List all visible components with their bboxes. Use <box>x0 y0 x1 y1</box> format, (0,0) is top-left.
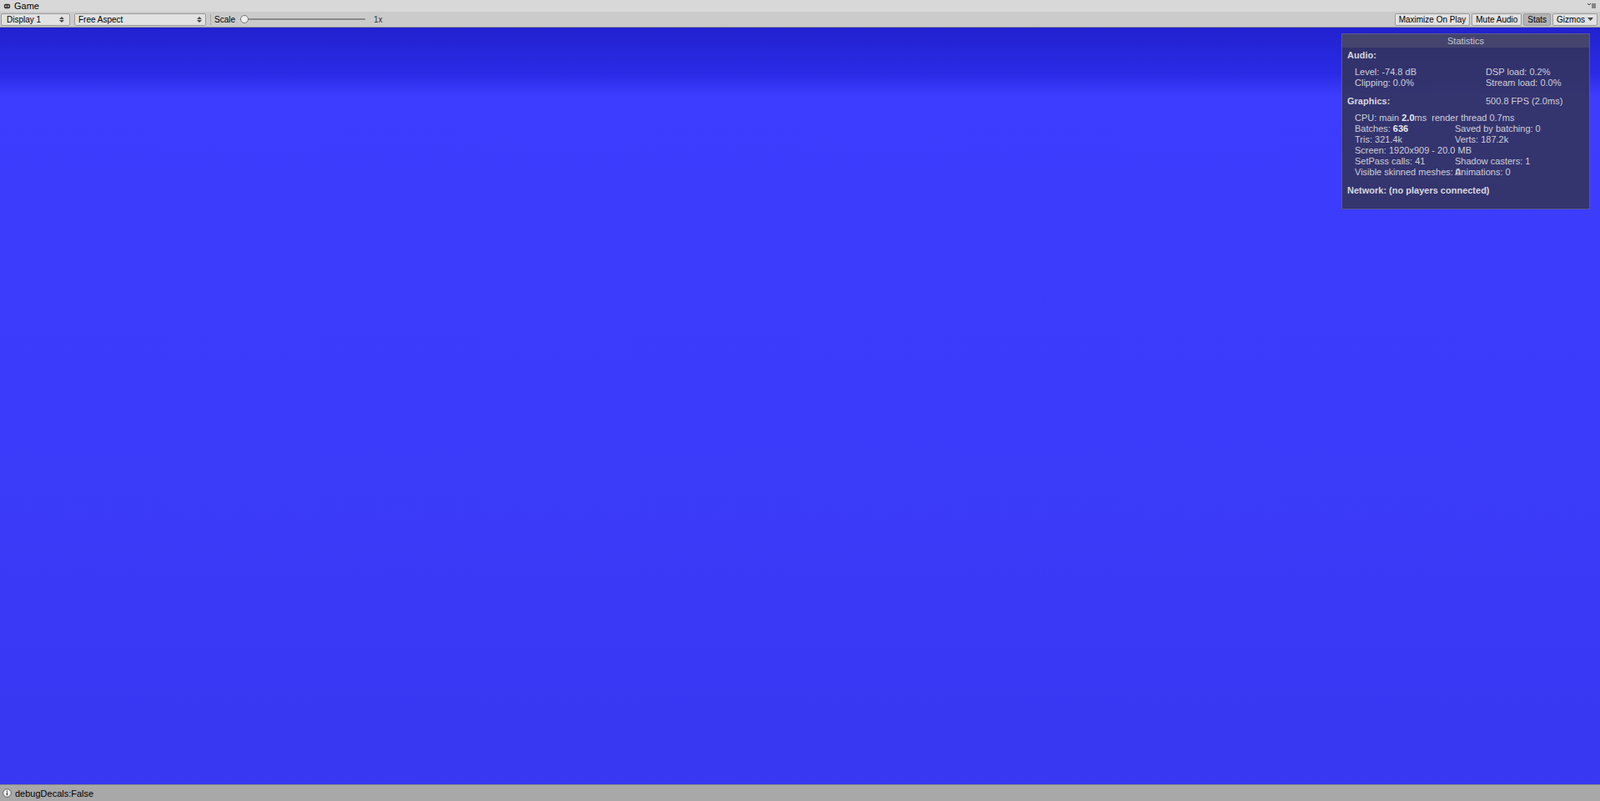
stat-cell: Verts: 187.2k <box>1454 134 1585 146</box>
statistics-title-text: Statistics <box>1447 35 1485 46</box>
stat-text: Visible skinned meshes: 0 <box>1354 166 1461 177</box>
stat-text: Verts: 187.2k <box>1454 134 1509 145</box>
section-title: Network: (no players connected) <box>1347 185 1486 197</box>
toolbar-button[interactable]: Gizmos <box>1552 13 1598 26</box>
statistics-panel: Statistics Audio: Level: -74.8 dB DSP load:… <box>1341 33 1590 210</box>
stat-cell: Screen: 1920x909 - 20.0 MB <box>1354 145 1585 156</box>
toolbar-button-label: Gizmos <box>1556 14 1585 26</box>
scale-label: Scale <box>214 14 236 26</box>
stat-cell: CPU: main 2.0ms render thread 0.7ms <box>1354 112 1585 124</box>
stat-row: Level: -74.8 dB DSP load: 0.2% <box>1347 66 1585 78</box>
stat-cell: DSP load: 0.2% <box>1485 66 1585 78</box>
statistics-section: Graphics:500.8 FPS (2.0ms) CPU: main 2.0m… <box>1342 95 1590 178</box>
stat-row: Clipping: 0.0% Stream load: 0.0% <box>1347 77 1585 89</box>
window-menu-icon[interactable] <box>1586 2 1597 10</box>
scale-value: 1x <box>370 14 383 26</box>
display-label: Display 1 <box>6 14 41 26</box>
section-header-value: 500.8 FPS (2.0ms) <box>1485 95 1585 107</box>
scale-slider-thumb[interactable] <box>240 15 249 24</box>
stat-text: DSP load: 0.2% <box>1485 66 1550 77</box>
stat-row: Visible skinned meshes: 0Animations: 0 <box>1347 166 1585 178</box>
stat-text: Level: -74.8 dB <box>1354 66 1417 77</box>
stat-text: CPU: main <box>1354 112 1402 123</box>
dropdown-arrows-icon <box>59 15 65 24</box>
stat-row: Screen: 1920x909 - 20.0 MB <box>1347 145 1585 156</box>
toolbar-button[interactable]: Mute Audio <box>1471 13 1522 26</box>
section-title: Audio: <box>1347 50 1486 61</box>
stat-text: 2.0 <box>1401 112 1414 123</box>
stat-text: Saved by batching: 0 <box>1454 123 1541 134</box>
game-toolbar: Display 1 Free Aspect Scale 1x Maximize On P… <box>0 11 1600 28</box>
stat-cell: Saved by batching: 0 <box>1454 123 1585 135</box>
stat-text: Shadow casters: 1 <box>1454 155 1531 167</box>
stat-cell: Shadow casters: 1 <box>1454 155 1585 167</box>
dropdown-arrow-icon <box>1587 17 1594 22</box>
stat-row: CPU: main 2.0ms render thread 0.7ms <box>1347 112 1585 124</box>
statistics-section: Network: (no players connected) <box>1342 185 1590 197</box>
section-header: Network: (no players connected) <box>1347 185 1585 197</box>
stat-row: Tris: 321.4k Verts: 187.2k <box>1347 134 1585 146</box>
toolbar-button[interactable]: Stats <box>1523 13 1551 26</box>
display-dropdown[interactable]: Display 1 <box>0 13 71 26</box>
stat-text: 636 <box>1393 123 1409 134</box>
section-header: Graphics:500.8 FPS (2.0ms) <box>1347 95 1585 107</box>
status-bar: debugDecals:False <box>0 784 1600 801</box>
toolbar-button-label: Maximize On Play <box>1398 14 1467 26</box>
stat-row: SetPass calls: 41 Shadow casters: 1 <box>1347 155 1585 167</box>
game-view[interactable]: Statistics Audio: Level: -74.8 dB DSP load:… <box>0 27 1600 785</box>
stat-cell: Visible skinned meshes: 0 <box>1354 166 1455 178</box>
stat-text: Screen: 1920x909 - 20.0 MB <box>1354 145 1472 156</box>
stat-cell: Batches: 636 <box>1354 123 1455 135</box>
toolbar-left: Display 1 Free Aspect Scale 1x <box>0 13 383 26</box>
game-icon <box>3 2 11 11</box>
aspect-dropdown[interactable]: Free Aspect <box>74 13 207 26</box>
toolbar-button[interactable]: Maximize On Play <box>1394 13 1471 26</box>
stat-text: ms render thread 0.7ms <box>1414 112 1515 123</box>
stat-cell: SetPass calls: 41 <box>1354 155 1455 167</box>
toolbar-right: Maximize On Play Mute Audio Stats Gizmos <box>1394 13 1600 26</box>
aspect-label: Free Aspect <box>78 14 123 26</box>
stat-cell: Tris: 321.4k <box>1354 134 1455 146</box>
stat-cell: Stream load: 0.0% <box>1485 77 1585 89</box>
stat-text: Stream load: 0.0% <box>1485 77 1562 88</box>
stat-cell: Clipping: 0.0% <box>1354 77 1486 89</box>
scale-control: Scale 1x <box>210 14 383 26</box>
window-tab-bar: Game <box>0 0 1600 12</box>
stat-text: Animations: 0 <box>1454 166 1511 177</box>
stat-cell: Animations: 0 <box>1454 166 1585 178</box>
stat-text: Clipping: 0.0% <box>1354 77 1414 88</box>
dropdown-arrows-icon <box>196 15 202 24</box>
scale-slider-track[interactable] <box>240 18 366 21</box>
toolbar-button-label: Stats <box>1527 14 1547 26</box>
status-message: debugDecals:False <box>15 787 94 800</box>
window-title[interactable]: Game <box>14 0 40 12</box>
stat-text: Tris: 321.4k <box>1354 134 1403 145</box>
info-icon <box>2 788 12 798</box>
stat-cell: Level: -74.8 dB <box>1354 66 1486 78</box>
section-header: Audio: <box>1347 50 1585 61</box>
section-title: Graphics: <box>1347 95 1486 107</box>
statistics-section: Audio:Level: -74.8 dBDSP load: 0.2%Clipp… <box>1342 50 1590 89</box>
statistics-title: Statistics <box>1342 34 1590 48</box>
toolbar-button-label: Mute Audio <box>1475 14 1518 26</box>
stat-row: Batches: 636Saved by batching: 0 <box>1347 123 1585 135</box>
stat-text: Batches: <box>1354 123 1394 134</box>
stat-text: SetPass calls: 41 <box>1354 155 1425 167</box>
